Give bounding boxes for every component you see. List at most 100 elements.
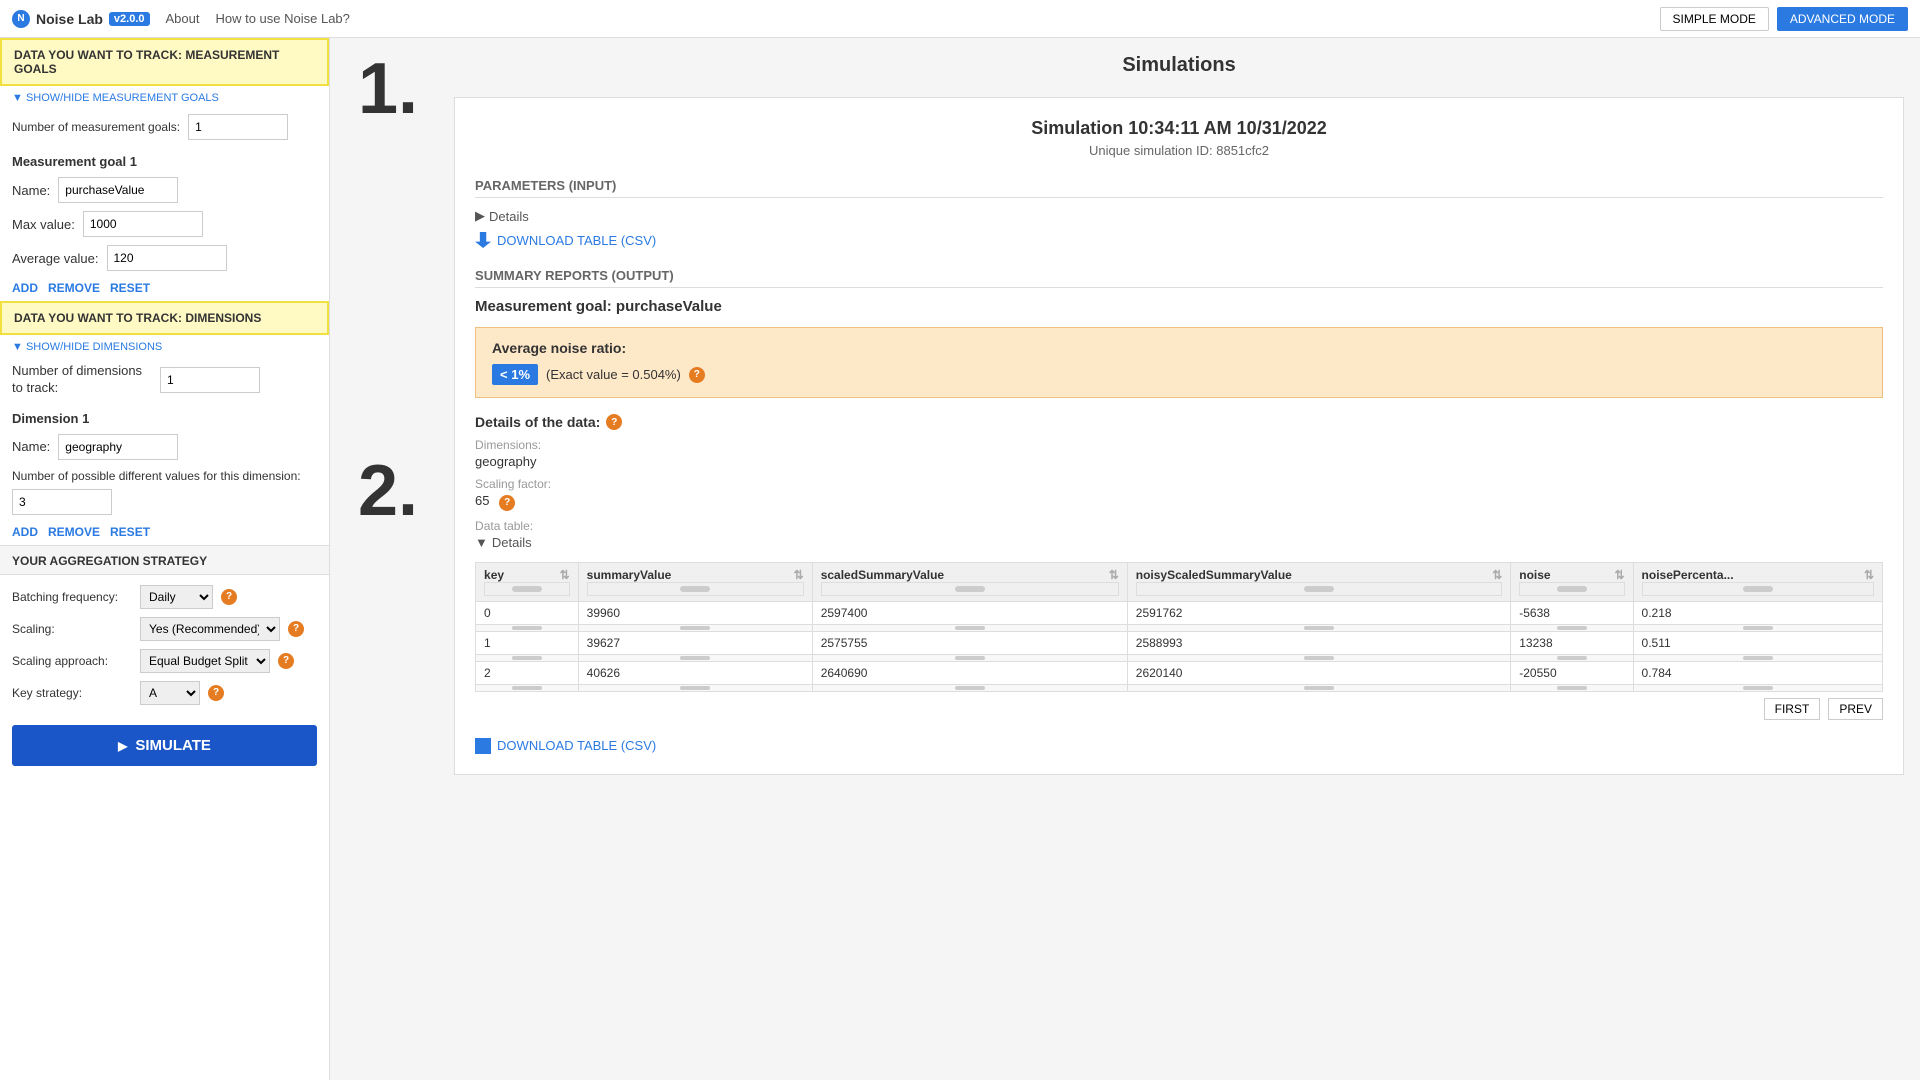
bottom-download-label: DOWNLOAD TABLE (CSV) [497,738,656,753]
download-csv-btn[interactable]: DOWNLOAD TABLE (CSV) [475,232,656,248]
dim1-possible-input[interactable] [12,489,112,515]
download-label: DOWNLOAD TABLE (CSV) [497,233,656,248]
details-of-data-label: Details of the data: ? [475,414,1883,430]
row0-noise: -5638 [1511,601,1633,624]
bottom-download-btn[interactable]: DOWNLOAD TABLE (CSV) [475,738,1883,754]
goal-remove-link[interactable]: REMOVE [48,281,100,295]
goal1-avg-input[interactable] [107,245,227,271]
scaling-label: Scaling: [12,622,132,636]
row2-noise: -20550 [1511,661,1633,684]
col-noisepct-scroll [1642,582,1874,596]
num-dims-input[interactable] [160,367,260,393]
goal1-max-label: Max value: [12,217,75,232]
goal1-avg-label: Average value: [12,251,99,266]
dim1-name-row: Name: [0,430,329,464]
goal-reset-link[interactable]: RESET [110,281,150,295]
table-pagination: FIRST PREV [475,692,1883,726]
scaling-approach-help-icon[interactable]: ? [278,653,294,669]
goal1-actions: ADD REMOVE RESET [0,275,329,301]
scaling-select[interactable]: Yes (Recommended) No [140,617,280,641]
key-strategy-row: Key strategy: A B C ? [0,677,329,709]
col-noisepct-sort-icon[interactable]: ⇅ [1864,568,1874,582]
col-scaled-scroll [821,582,1119,596]
logo-text: Noise Lab [36,11,103,27]
unique-id-value: 8851cfc2 [1216,143,1269,158]
row0-noisePercentage: 0.218 [1633,601,1882,624]
toggle-dimensions[interactable]: SHOW/HIDE DIMENSIONS [0,335,329,359]
scaling-factor-value: 65 ? [475,493,1883,511]
scaling-approach-row: Scaling approach: Equal Budget Split Cus… [0,645,329,677]
dim-reset-link[interactable]: RESET [110,525,150,539]
row0-noisyScaledSummaryValue: 2591762 [1127,601,1510,624]
col-noisy-scroll [1136,582,1502,596]
dim-add-link[interactable]: ADD [12,525,38,539]
table-row: 1 39627 2575755 2588993 13238 0.511 [476,631,1883,654]
row1-scaledSummaryValue: 2575755 [812,631,1127,654]
goal1-title: Measurement goal 1 [0,144,329,173]
data-details-toggle[interactable]: ▼ Details [475,535,1883,550]
col-scaled-sort-icon[interactable]: ⇅ [1109,568,1119,582]
simulation-title: Simulation 10:34:11 AM 10/31/2022 [475,118,1883,139]
advanced-mode-button[interactable]: ADVANCED MODE [1777,7,1908,31]
scaling-help-icon[interactable]: ? [288,621,304,637]
noise-badge-row: < 1% (Exact value = 0.504%) ? [492,364,705,385]
table-row: 0 39960 2597400 2591762 -5638 0.218 [476,601,1883,624]
row1-noisePercentage: 0.511 [1633,631,1882,654]
avg-noise-label: Average noise ratio: [492,340,1866,356]
goal1-max-input[interactable] [83,211,203,237]
scaling-approach-select[interactable]: Equal Budget Split Custom [140,649,270,673]
dim1-possible-row: Number of possible different values for … [0,464,329,519]
batching-help-icon[interactable]: ? [221,589,237,605]
section1-header: DATA YOU WANT TO TRACK: MEASUREMENT GOAL… [0,38,329,86]
simulations-title: Simulations [454,54,1904,77]
data-table: key ⇅ summaryValue ⇅ [475,562,1883,692]
scaling-factor-help-icon[interactable]: ? [499,495,515,511]
row2-scaledSummaryValue: 2640690 [812,661,1127,684]
toggle-measurement-goals[interactable]: SHOW/HIDE MEASUREMENT GOALS [0,86,329,110]
exact-value: (Exact value = 0.504%) [546,367,681,382]
data-details-triangle: ▼ [475,535,488,550]
num-dims-row: Number of dimensions to track: [0,359,329,401]
goal1-name-input[interactable] [58,177,178,203]
details-triangle-icon: ▶ [475,208,485,224]
play-icon [118,737,127,754]
row2-summaryValue: 40626 [578,661,812,684]
about-link[interactable]: About [166,11,200,26]
dimensions-value: geography [475,454,1883,469]
goal1-avg-row: Average value: [0,241,329,275]
version-badge: v2.0.0 [109,12,150,26]
col-summary-scroll [587,582,804,596]
data-table-gray-label: Data table: [475,519,1883,533]
col-noise-sort-icon[interactable]: ⇅ [1614,568,1624,582]
details-toggle[interactable]: ▶ Details [475,208,1883,224]
row0-scaledSummaryValue: 2597400 [812,601,1127,624]
summary-label: SUMMARY REPORTS (OUTPUT) [475,268,1883,288]
dim1-possible-label: Number of possible different values for … [12,468,317,485]
how-to-link[interactable]: How to use Noise Lab? [215,11,349,26]
details-help-icon[interactable]: ? [606,414,622,430]
num-goals-row: Number of measurement goals: [0,110,329,144]
col-key-sort-icon[interactable]: ⇅ [560,568,570,582]
goal-add-link[interactable]: ADD [12,281,38,295]
first-page-button[interactable]: FIRST [1764,698,1821,720]
row2-key: 2 [476,661,579,684]
noise-badge: < 1% [492,364,538,385]
prev-page-button[interactable]: PREV [1828,698,1883,720]
batching-select[interactable]: Daily Weekly Monthly [140,585,213,609]
key-strategy-select[interactable]: A B C [140,681,200,705]
col-noisy-sort-icon[interactable]: ⇅ [1492,568,1502,582]
col-noise-scroll [1519,582,1624,596]
logo: N Noise Lab v2.0.0 [12,10,150,28]
col-summary-sort-icon[interactable]: ⇅ [794,568,804,582]
noise-help-icon[interactable]: ? [689,367,705,383]
num-goals-input[interactable] [188,114,288,140]
scroll-row-1 [476,654,1883,661]
scroll-row-0 [476,624,1883,631]
dim1-name-input[interactable] [58,434,178,460]
dim-remove-link[interactable]: REMOVE [48,525,100,539]
simulate-button[interactable]: SIMULATE [12,725,317,766]
key-strategy-help-icon[interactable]: ? [208,685,224,701]
simple-mode-button[interactable]: SIMPLE MODE [1660,7,1769,31]
dim1-title: Dimension 1 [0,401,329,430]
scaling-gray-label: Scaling factor: [475,477,1883,491]
